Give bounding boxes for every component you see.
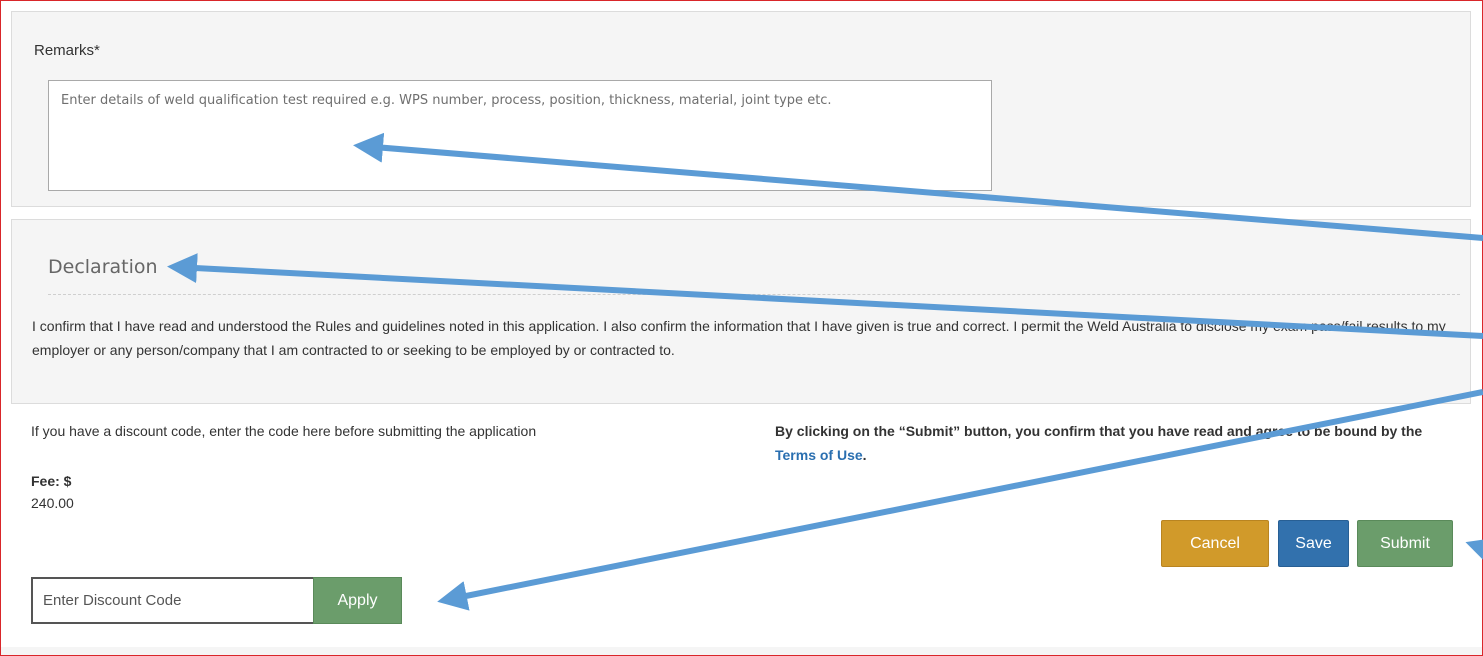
terms-of-use-link[interactable]: Terms of Use bbox=[775, 447, 863, 463]
declaration-panel: Declaration I confirm that I have read a… bbox=[11, 219, 1471, 404]
cancel-button[interactable]: Cancel bbox=[1161, 520, 1269, 567]
save-button[interactable]: Save bbox=[1278, 520, 1349, 567]
submit-button[interactable]: Submit bbox=[1357, 520, 1453, 567]
submit-terms-note: By clicking on the “Submit” button, you … bbox=[775, 419, 1455, 467]
remarks-label: Remarks* bbox=[34, 42, 100, 59]
submit-terms-period: . bbox=[862, 447, 867, 463]
remarks-textarea[interactable] bbox=[48, 80, 992, 191]
submit-terms-text: By clicking on the “Submit” button, you … bbox=[775, 423, 1423, 439]
discount-instructions: If you have a discount code, enter the c… bbox=[31, 423, 537, 439]
discount-code-input[interactable] bbox=[31, 577, 313, 624]
fee-label: Fee: $ bbox=[31, 473, 72, 489]
bottom-strip bbox=[1, 647, 1482, 655]
apply-discount-button[interactable]: Apply bbox=[313, 577, 402, 624]
remarks-panel: Remarks* bbox=[11, 11, 1471, 207]
declaration-title: Declaration bbox=[48, 256, 158, 278]
declaration-text: I confirm that I have read and understoo… bbox=[32, 318, 1446, 358]
fee-value: 240.00 bbox=[31, 495, 74, 511]
declaration-divider bbox=[48, 294, 1460, 295]
application-form-frame: Remarks* Declaration I confirm that I ha… bbox=[0, 0, 1483, 656]
